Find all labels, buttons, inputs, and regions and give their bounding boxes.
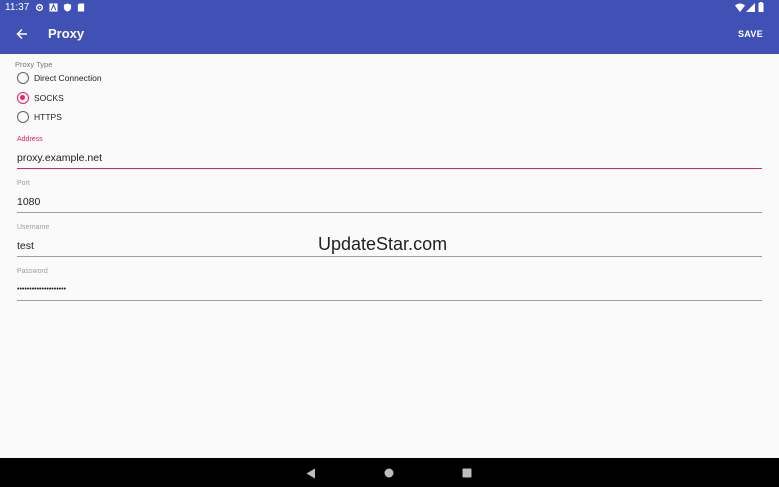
recents-square-icon[interactable] <box>460 466 474 480</box>
address-input[interactable]: proxy.example.net <box>17 152 762 166</box>
address-label: Address <box>17 136 43 143</box>
address-field[interactable]: Address proxy.example.net <box>17 136 762 169</box>
gear-icon <box>34 2 44 12</box>
password-input[interactable]: •••••••••••••••••••• <box>17 286 762 298</box>
signal-icon <box>745 2 755 12</box>
port-underline <box>17 212 762 213</box>
proxy-type-label: Proxy Type <box>15 60 53 69</box>
password-underline <box>17 300 762 301</box>
radio-label: HTTPS <box>34 112 62 122</box>
status-time: 11:37 <box>5 2 30 13</box>
password-label: Password <box>17 268 48 275</box>
sd-card-icon <box>76 2 86 12</box>
port-input[interactable]: 1080 <box>17 196 762 210</box>
a-icon <box>48 2 58 12</box>
radio-button[interactable] <box>17 111 29 123</box>
watermark: UpdateStar.com <box>318 234 448 254</box>
radio-https[interactable]: HTTPS <box>17 109 62 125</box>
password-field[interactable]: Password •••••••••••••••••••• <box>17 268 762 301</box>
home-circle-icon[interactable] <box>382 466 396 480</box>
radio-socks[interactable]: SOCKS <box>17 90 64 106</box>
radio-label: SOCKS <box>34 93 64 103</box>
app-bar: Proxy SAVE <box>0 15 779 54</box>
shield-icon <box>62 2 72 12</box>
back-triangle-icon[interactable] <box>304 466 318 480</box>
status-bar: 11:37 <box>0 0 779 15</box>
radio-button[interactable] <box>17 72 29 84</box>
radio-button-checked[interactable] <box>17 92 29 104</box>
battery-icon <box>756 2 766 12</box>
back-arrow-icon[interactable] <box>12 24 32 44</box>
address-underline <box>17 168 762 169</box>
wifi-icon <box>735 2 745 12</box>
username-label: Username <box>17 224 50 231</box>
username-underline <box>17 256 762 257</box>
proxy-settings-form: Proxy Type Direct Connection SOCKS HTTPS… <box>0 54 779 458</box>
navigation-bar <box>0 458 779 487</box>
save-button[interactable]: SAVE <box>738 29 763 39</box>
radio-label: Direct Connection <box>34 73 102 83</box>
port-field[interactable]: Port 1080 <box>17 180 762 213</box>
radio-direct-connection[interactable]: Direct Connection <box>17 70 102 86</box>
port-label: Port <box>17 180 30 187</box>
page-title: Proxy <box>48 26 85 41</box>
